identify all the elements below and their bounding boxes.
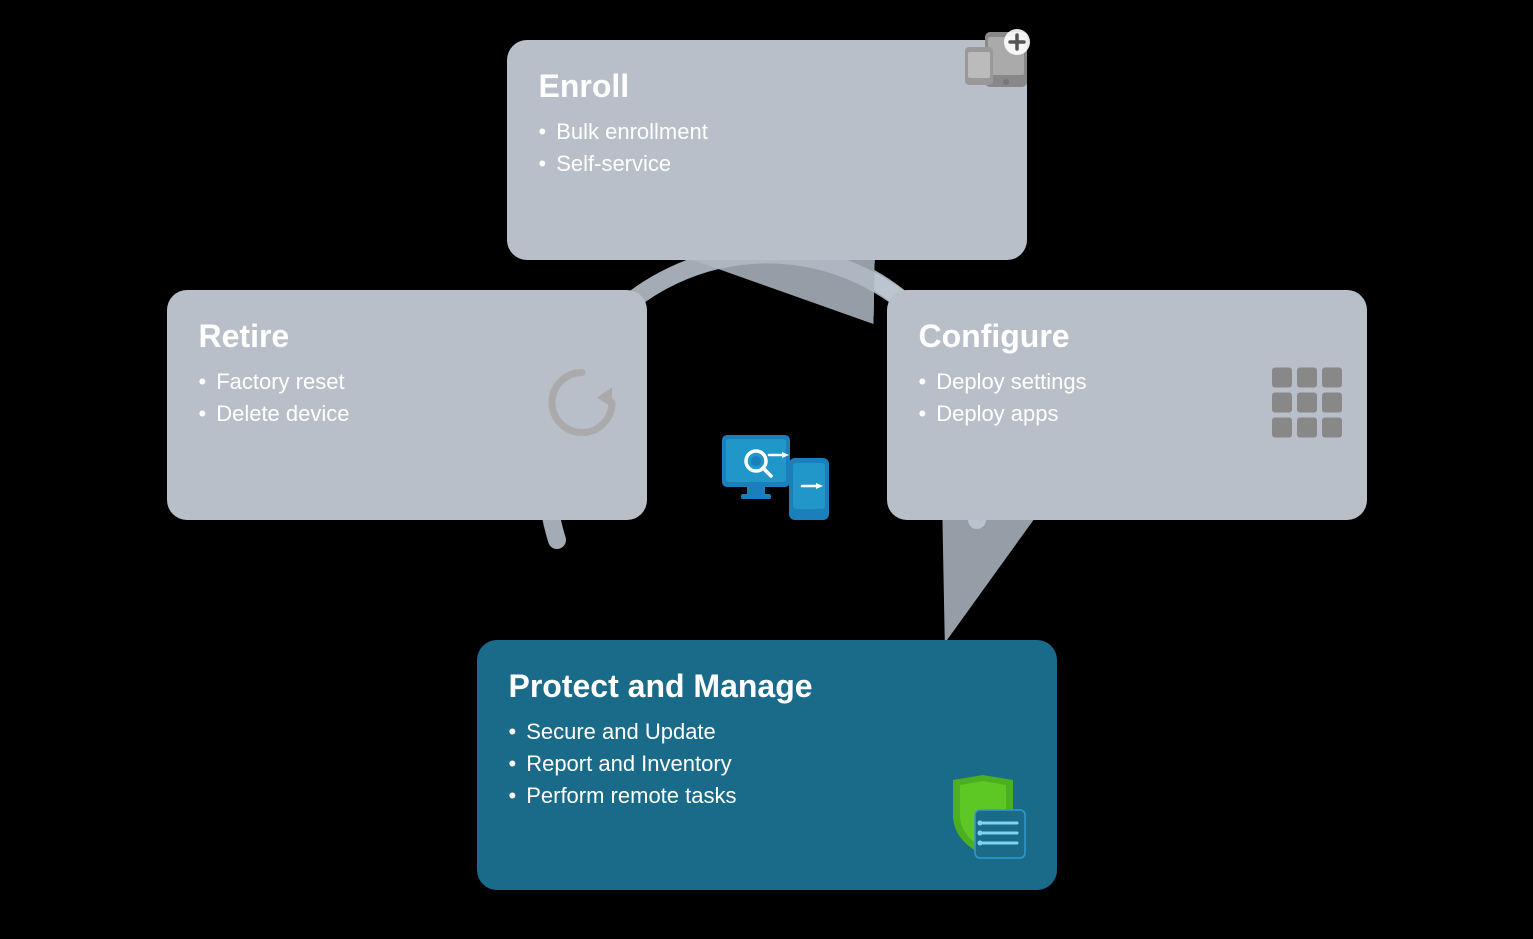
- enroll-item-1: Bulk enrollment: [539, 119, 995, 145]
- configure-title: Configure: [919, 318, 1335, 355]
- diagram-container: Enroll Bulk enrollment Self-service Conf…: [167, 30, 1367, 910]
- configure-grid-icon: [1267, 362, 1347, 447]
- protect-shield-icon: [933, 775, 1033, 870]
- retire-title: Retire: [199, 318, 615, 355]
- card-configure: Configure Deploy settings Deploy apps: [887, 290, 1367, 520]
- enroll-list: Bulk enrollment Self-service: [539, 119, 995, 177]
- protect-item-2: Report and Inventory: [509, 751, 1025, 777]
- card-protect: Protect and Manage Secure and Update Rep…: [477, 640, 1057, 890]
- center-mdm-icon: [717, 430, 817, 510]
- card-enroll: Enroll Bulk enrollment Self-service: [507, 40, 1027, 260]
- card-retire: Retire Factory reset Delete device: [167, 290, 647, 520]
- enroll-item-2: Self-service: [539, 151, 995, 177]
- enroll-icon: [955, 22, 1045, 107]
- enroll-title: Enroll: [539, 68, 995, 105]
- protect-item-1: Secure and Update: [509, 719, 1025, 745]
- protect-title: Protect and Manage: [509, 668, 1025, 705]
- retire-refresh-icon: [537, 357, 627, 452]
